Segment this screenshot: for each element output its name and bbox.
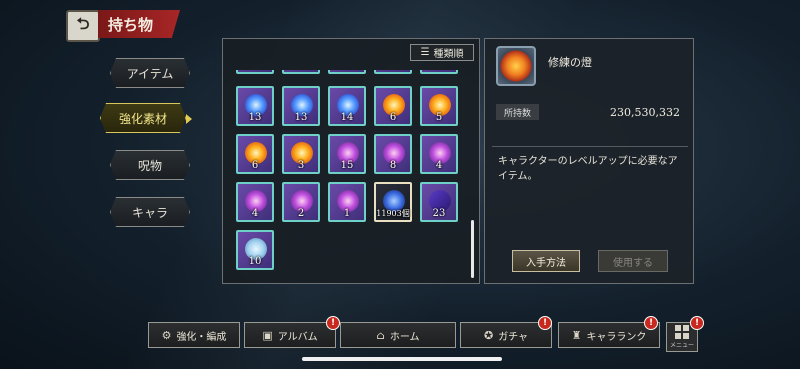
nav-label: ガチャ <box>498 331 529 343</box>
tab-items[interactable]: アイテム <box>110 58 190 88</box>
item-grid: 33 25 25 24 17 13 13 14 6 5 6 3 15 8 4 4 2 1 11903個 23 10 <box>234 70 470 278</box>
use-button[interactable]: 使用する <box>598 250 668 272</box>
gacha-alert-badge: ! <box>538 316 552 330</box>
item-tile[interactable]: 10 <box>236 230 274 270</box>
album-icon: ▣ <box>262 328 273 342</box>
item-count: 6 <box>251 160 259 171</box>
item-tile[interactable]: 23 <box>420 182 458 222</box>
item-count: 2 <box>297 208 305 219</box>
sort-button[interactable]: ☰ 種類順 <box>410 44 474 61</box>
menu-label: メニュー <box>669 342 694 349</box>
menu-grid-icon <box>675 325 689 339</box>
item-count: 6 <box>389 112 397 123</box>
owned-label: 所持数 <box>496 104 540 120</box>
item-count: 3 <box>297 160 305 171</box>
rank-alert-badge: ! <box>644 316 658 330</box>
selected-item-icon <box>496 46 536 86</box>
tab-cursed-objects[interactable]: 呪物 <box>110 150 190 180</box>
item-count: 15 <box>340 160 354 171</box>
active-tab-arrow-icon <box>186 114 192 124</box>
item-name: 修練の燈 <box>548 56 592 69</box>
item-count: 8 <box>389 160 397 171</box>
album-alert-badge: ! <box>326 316 340 330</box>
item-count: 10 <box>248 256 262 267</box>
owned-value: 230,530,332 <box>610 105 680 119</box>
nav-album[interactable]: ▣ アルバム <box>244 322 336 348</box>
tab-enhance-materials[interactable]: 強化素材 <box>100 103 186 133</box>
item-tile[interactable]: 6 <box>374 86 412 126</box>
obtain-method-button[interactable]: 入手方法 <box>512 250 580 272</box>
item-tile[interactable]: 11903個 <box>374 182 412 222</box>
page-title: 持ち物 <box>98 10 180 38</box>
item-tile[interactable]: 15 <box>328 134 366 174</box>
item-tile[interactable]: 6 <box>236 134 274 174</box>
item-count: 11903個 <box>376 209 410 218</box>
item-tile[interactable]: 3 <box>282 134 320 174</box>
tab-characters[interactable]: キャラ <box>110 197 190 227</box>
nav-enhance-team[interactable]: ⚙ 強化・編成 <box>148 322 240 348</box>
nav-home[interactable]: ⌂ ホーム <box>340 322 456 348</box>
nav-label: アルバム <box>277 331 318 343</box>
item-tile[interactable]: 4 <box>236 182 274 222</box>
item-count: 5 <box>435 112 443 123</box>
back-arrow-icon: ⮌ <box>76 13 90 33</box>
item-tile[interactable]: 5 <box>420 86 458 126</box>
home-indicator <box>302 357 502 361</box>
home-icon: ⌂ <box>376 328 385 342</box>
nav-label: 強化・編成 <box>176 331 227 343</box>
nav-label: ホーム <box>389 331 420 343</box>
nav-label: キャラランク <box>586 331 647 343</box>
item-tile[interactable]: 13 <box>236 86 274 126</box>
gacha-icon: ✪ <box>483 328 494 342</box>
item-tile[interactable]: 4 <box>420 134 458 174</box>
item-count: 14 <box>340 112 354 123</box>
item-count: 4 <box>435 160 443 171</box>
grid-scrollbar[interactable] <box>471 220 474 278</box>
item-count: 23 <box>432 208 446 219</box>
sort-label: 種類順 <box>433 49 464 60</box>
item-tile[interactable]: 2 <box>282 182 320 222</box>
team-icon: ⚙ <box>161 328 172 342</box>
back-button[interactable]: ⮌ <box>66 10 100 42</box>
divider <box>492 146 688 147</box>
owned-row: 所持数 230,530,332 <box>496 104 684 120</box>
item-tile[interactable]: 25 <box>328 70 366 74</box>
item-tile[interactable]: 14 <box>328 86 366 126</box>
item-description: キャラクターのレベルアップに必要なアイテム。 <box>498 156 678 182</box>
menu-alert-badge: ! <box>690 316 704 330</box>
rank-icon: ♜ <box>571 328 582 342</box>
item-count: 33 <box>238 70 272 71</box>
item-tile[interactable]: 17 <box>420 70 458 74</box>
item-tile[interactable]: 24 <box>374 70 412 74</box>
item-tile[interactable]: 1 <box>328 182 366 222</box>
item-count: 13 <box>248 112 262 123</box>
item-count: 25 <box>330 70 364 71</box>
item-tile[interactable]: 13 <box>282 86 320 126</box>
item-count: 4 <box>251 208 259 219</box>
item-tile[interactable]: 33 <box>236 70 274 74</box>
item-count: 13 <box>294 112 308 123</box>
item-count: 17 <box>422 70 456 71</box>
sort-icon: ☰ <box>420 47 430 58</box>
item-count: 24 <box>376 70 410 71</box>
item-count: 25 <box>284 70 318 71</box>
item-count: 1 <box>343 208 351 219</box>
item-tile[interactable]: 25 <box>282 70 320 74</box>
item-tile[interactable]: 8 <box>374 134 412 174</box>
